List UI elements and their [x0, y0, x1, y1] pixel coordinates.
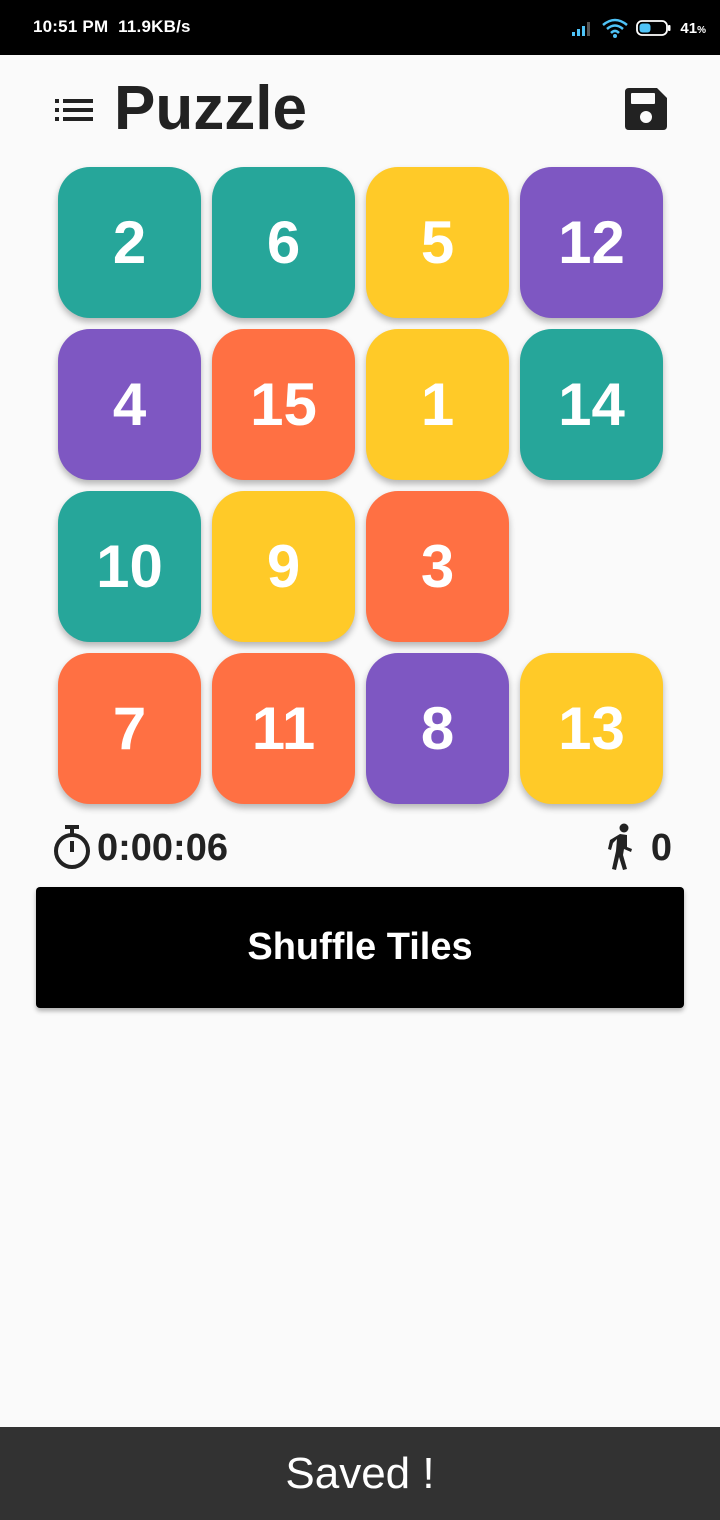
puzzle-board: 2 6 5 12 4 15 1 14 10 9 3 7 11 8 13	[58, 167, 663, 804]
list-menu-icon	[55, 99, 93, 121]
puzzle-tile[interactable]: 14	[520, 329, 663, 480]
save-button[interactable]	[620, 83, 672, 135]
snackbar: Saved !	[0, 1427, 720, 1520]
puzzle-tile[interactable]: 8	[366, 653, 509, 804]
puzzle-tile[interactable]: 12	[520, 167, 663, 318]
puzzle-tile[interactable]: 11	[212, 653, 355, 804]
puzzle-tile[interactable]: 4	[58, 329, 201, 480]
status-net-speed: 11.9KB/s	[118, 17, 191, 36]
move-count: 0	[650, 827, 672, 869]
floppy-disk-icon	[625, 88, 667, 130]
status-icons: 41%	[572, 15, 706, 41]
stopwatch-icon	[54, 825, 90, 869]
snackbar-message: Saved !	[285, 1448, 435, 1498]
walking-person-icon	[608, 823, 632, 870]
puzzle-tile[interactable]: 5	[366, 167, 509, 318]
signal-icon	[572, 22, 591, 36]
puzzle-tile[interactable]: 6	[212, 167, 355, 318]
status-clock: 10:51 PM	[33, 17, 109, 36]
shuffle-tiles-button[interactable]: Shuffle Tiles	[36, 887, 684, 1008]
elapsed-time: 0:00:06	[97, 827, 228, 869]
puzzle-tile[interactable]: 15	[212, 329, 355, 480]
puzzle-tile[interactable]: 13	[520, 653, 663, 804]
page-title: Puzzle	[114, 74, 307, 143]
battery-percent: 41%	[680, 19, 706, 37]
puzzle-tile[interactable]: 10	[58, 491, 201, 642]
status-time: 10:51 PM 11.9KB/s	[33, 17, 191, 37]
puzzle-screen: Puzzle 2 6 5 12 4 15 1 14 10 9 3 7 11 8 13 0:00:06 0 S…	[0, 55, 720, 1427]
wifi-icon	[602, 18, 629, 38]
puzzle-tile[interactable]: 2	[58, 167, 201, 318]
puzzle-tile[interactable]: 7	[58, 653, 201, 804]
puzzle-tile[interactable]: 3	[366, 491, 509, 642]
battery-icon	[636, 20, 671, 36]
puzzle-tile[interactable]: 1	[366, 329, 509, 480]
puzzle-tile[interactable]: 9	[212, 491, 355, 642]
stats-bar: 0:00:06 0	[52, 823, 672, 873]
menu-button[interactable]	[52, 93, 96, 127]
status-bar: 10:51 PM 11.9KB/s 41%	[0, 0, 720, 55]
